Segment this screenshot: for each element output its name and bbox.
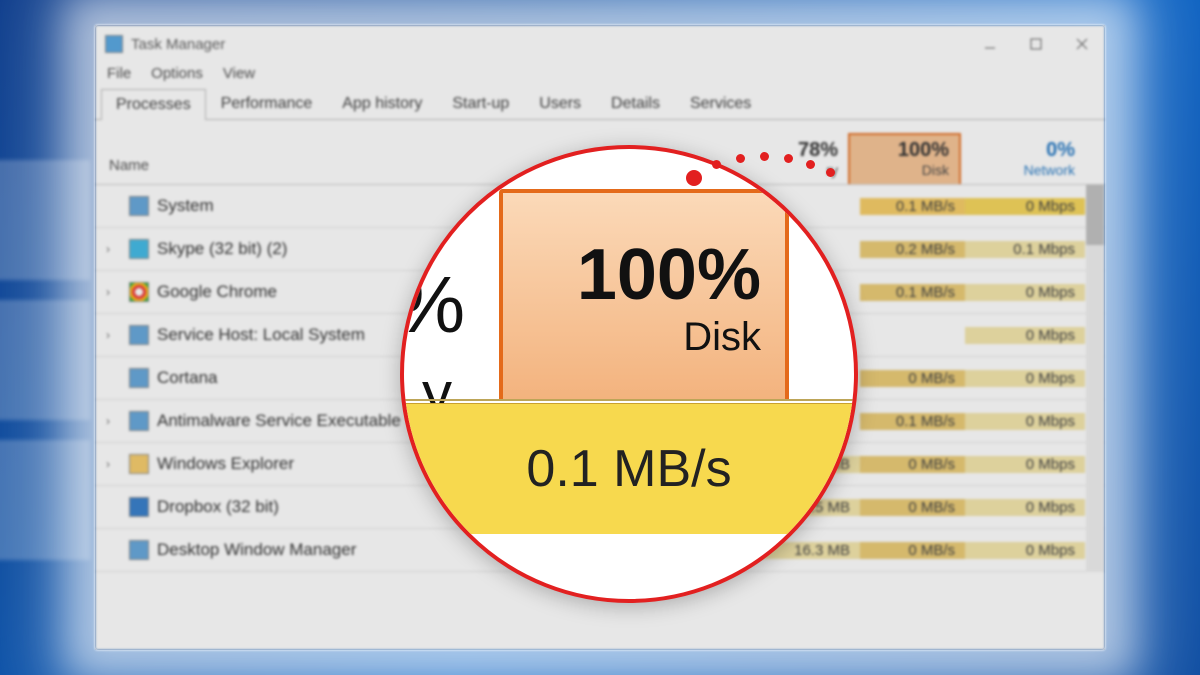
zoom-disk-cell: 0.1 MB/s [404, 403, 854, 534]
close-button[interactable] [1059, 27, 1105, 61]
menu-bar: File Options View [95, 63, 1105, 88]
maximize-button[interactable] [1013, 27, 1059, 61]
expand-icon[interactable]: › [95, 285, 121, 299]
col-network[interactable]: 0% Network [961, 135, 1085, 184]
process-icon [129, 411, 149, 431]
minimize-button[interactable] [967, 27, 1013, 61]
process-icon [129, 325, 149, 345]
process-icon [129, 454, 149, 474]
expand-icon[interactable]: › [95, 457, 121, 471]
zoom-disk-label: Disk [683, 315, 761, 360]
expand-icon[interactable]: › [95, 242, 121, 256]
tab-strip: Processes Performance App history Start-… [95, 88, 1105, 120]
tab-services[interactable]: Services [675, 88, 766, 119]
tab-users[interactable]: Users [524, 88, 596, 119]
zoom-fragment-percent: % [400, 259, 465, 351]
menu-view[interactable]: View [223, 65, 255, 82]
expand-icon[interactable]: › [95, 414, 121, 428]
magnifier-lens: % y 100% Disk 0.1 MB/s [400, 145, 858, 603]
tab-app-history[interactable]: App history [327, 88, 437, 119]
titlebar[interactable]: Task Manager [95, 25, 1105, 63]
menu-file[interactable]: File [107, 65, 131, 82]
scrollbar[interactable] [1086, 185, 1104, 572]
process-icon [129, 239, 149, 259]
process-icon [129, 196, 149, 216]
process-icon [129, 368, 149, 388]
tab-startup[interactable]: Start-up [437, 88, 524, 119]
tab-processes[interactable]: Processes [101, 89, 206, 120]
zoom-disk-pct: 100% [577, 239, 761, 311]
expand-icon[interactable]: › [95, 328, 121, 342]
process-icon [129, 540, 149, 560]
taskmgr-icon [105, 35, 123, 53]
window-title: Task Manager [131, 36, 225, 53]
scrollbar-thumb[interactable] [1086, 185, 1104, 245]
process-icon [129, 282, 149, 302]
tab-details[interactable]: Details [596, 88, 675, 119]
menu-options[interactable]: Options [151, 65, 203, 82]
col-disk[interactable]: 100% Disk [848, 133, 961, 184]
tab-performance[interactable]: Performance [206, 88, 328, 119]
process-icon [129, 497, 149, 517]
zoom-disk-header: 100% Disk [499, 189, 789, 399]
